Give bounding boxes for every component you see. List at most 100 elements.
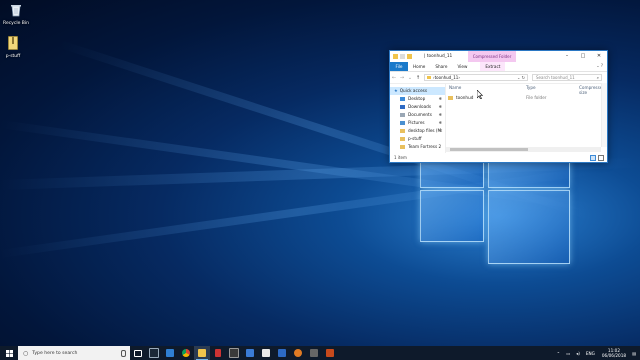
taskbar-app-13[interactable] bbox=[322, 346, 338, 360]
pin-icon: ✱ bbox=[438, 128, 442, 133]
task-view-button[interactable] bbox=[130, 346, 146, 360]
taskbar-app-chrome[interactable] bbox=[178, 346, 194, 360]
nav-item-team-fortress-2[interactable]: Team Fortress 2 bbox=[390, 143, 445, 151]
taskbar-app-steam[interactable] bbox=[146, 346, 162, 360]
notifications-icon[interactable]: ▤ bbox=[632, 351, 636, 356]
recycle-bin-icon bbox=[1, 3, 31, 19]
tab-share[interactable]: Share bbox=[430, 62, 452, 71]
taskbar-app-8[interactable] bbox=[242, 346, 258, 360]
app-icon bbox=[278, 349, 286, 357]
taskbar-app-11[interactable] bbox=[290, 346, 306, 360]
folder-icon bbox=[400, 129, 405, 133]
pin-icon: ✱ bbox=[438, 104, 442, 109]
taskbar-search-box[interactable]: ○ Type here to search bbox=[18, 346, 130, 360]
column-headers: Name Type Compressed size bbox=[446, 83, 607, 95]
column-header-name[interactable]: Name bbox=[449, 85, 461, 90]
maximize-button[interactable]: □ bbox=[575, 51, 591, 62]
taskbar-app-12[interactable] bbox=[306, 346, 322, 360]
network-icon[interactable]: ▭ bbox=[566, 351, 570, 356]
title-bar[interactable]: | toonhud_11 Compressed Folder Tools – □… bbox=[390, 51, 607, 70]
file-row[interactable]: toonhud File folder bbox=[448, 94, 607, 101]
tab-file[interactable]: File bbox=[390, 62, 408, 71]
volume-icon[interactable]: ◂) bbox=[576, 351, 580, 356]
ribbon-controls[interactable]: ⌄ ? bbox=[596, 63, 603, 68]
zip-folder-icon bbox=[427, 76, 431, 79]
desktop-icon-label: p-stuff bbox=[5, 54, 21, 59]
file-list-pane[interactable]: Name Type Compressed size toonhud File f… bbox=[446, 83, 607, 153]
search-placeholder: Search toonhud_11 bbox=[536, 75, 575, 80]
show-hidden-icons-icon[interactable]: ⌃ bbox=[557, 351, 561, 356]
mouse-cursor-icon bbox=[477, 90, 483, 99]
search-icon: ○ bbox=[23, 349, 29, 357]
folder-icon bbox=[400, 137, 405, 141]
nav-item-desktop[interactable]: Desktop ✱ bbox=[390, 95, 445, 103]
ribbon-tabs: File Home Share View Extract ⌄ ? bbox=[390, 62, 607, 72]
taskbar-app-9[interactable] bbox=[258, 346, 274, 360]
status-bar: 1 item bbox=[390, 153, 607, 162]
desktop-icon-recycle-bin[interactable]: Recycle Bin bbox=[1, 3, 31, 26]
navigation-pane[interactable]: ★ Quick access Desktop ✱ Downloads ✱ Doc… bbox=[390, 83, 446, 153]
pin-icon: ✱ bbox=[438, 112, 442, 117]
vertical-scrollbar[interactable] bbox=[601, 83, 607, 147]
breadcrumb-item[interactable]: toonhud_11 bbox=[435, 75, 459, 80]
nav-item-quick-access[interactable]: ★ Quick access bbox=[390, 87, 445, 95]
app-icon bbox=[262, 349, 270, 357]
taskbar-app-7[interactable] bbox=[226, 346, 242, 360]
search-input[interactable]: Search toonhud_11 ⌕ bbox=[532, 74, 602, 81]
back-button[interactable]: ← bbox=[390, 75, 398, 81]
app-icon bbox=[229, 348, 239, 358]
chevron-down-icon[interactable]: ⌄ bbox=[596, 63, 599, 68]
close-button[interactable]: ✕ bbox=[591, 51, 607, 62]
contextual-tab-compressed-folder-tools[interactable]: Compressed Folder Tools bbox=[468, 51, 516, 70]
recent-locations-button[interactable]: ⌄ bbox=[406, 75, 414, 81]
tab-home[interactable]: Home bbox=[408, 62, 430, 71]
task-view-icon bbox=[134, 349, 142, 357]
new-folder-icon[interactable] bbox=[407, 54, 412, 59]
help-icon[interactable]: ? bbox=[601, 63, 603, 68]
taskbar-app-edge[interactable] bbox=[162, 346, 178, 360]
chrome-icon bbox=[182, 349, 190, 357]
refresh-icon[interactable]: ⌄ ↻ bbox=[517, 75, 525, 81]
breadcrumb-separator: › bbox=[458, 75, 460, 80]
minimize-button[interactable]: – bbox=[559, 51, 575, 62]
scrollbar-thumb[interactable] bbox=[450, 148, 528, 151]
file-explorer-window[interactable]: | toonhud_11 Compressed Folder Tools – □… bbox=[389, 50, 608, 163]
address-bar[interactable]: › toonhud_11 › ⌄ ↻ bbox=[424, 74, 528, 81]
microphone-icon[interactable] bbox=[121, 350, 126, 357]
nav-item-label: Documents bbox=[408, 112, 432, 117]
up-button[interactable]: ↑ bbox=[414, 75, 422, 81]
window-title: | toonhud_11 bbox=[424, 51, 452, 62]
desktop-icon-p-stuff[interactable]: p-stuff bbox=[0, 36, 28, 59]
nav-item-label: Quick access bbox=[399, 88, 428, 93]
desktop-icon-label: Recycle Bin bbox=[3, 21, 29, 26]
start-button[interactable] bbox=[0, 346, 18, 360]
downloads-icon bbox=[400, 105, 405, 109]
properties-icon[interactable] bbox=[400, 54, 405, 59]
system-tray: ⌃ ▭ ◂) ENG 11:02 06/06/2018 ▤ bbox=[554, 346, 640, 360]
nav-item-label: p-stuff bbox=[408, 136, 422, 141]
taskbar-app-10[interactable] bbox=[274, 346, 290, 360]
tab-extract[interactable]: Extract bbox=[480, 62, 506, 71]
large-icons-view-icon[interactable] bbox=[598, 155, 604, 161]
nav-item-downloads[interactable]: Downloads ✱ bbox=[390, 103, 445, 111]
nav-item-label: Downloads bbox=[408, 104, 431, 109]
windows-start-icon bbox=[5, 349, 13, 357]
pin-icon: ✱ bbox=[438, 120, 442, 125]
forward-button[interactable]: → bbox=[398, 75, 406, 81]
nav-item-pictures[interactable]: Pictures ✱ bbox=[390, 119, 445, 127]
details-view-icon[interactable] bbox=[590, 155, 596, 161]
folder-icon bbox=[393, 54, 398, 59]
tab-view[interactable]: View bbox=[452, 62, 472, 71]
nav-item-desktop-files[interactable]: desktop files (M: ✱ bbox=[390, 127, 445, 135]
column-header-type[interactable]: Type bbox=[526, 85, 536, 90]
nav-item-documents[interactable]: Documents ✱ bbox=[390, 111, 445, 119]
search-placeholder: Type here to search bbox=[32, 350, 78, 356]
nav-item-p-stuff[interactable]: p-stuff bbox=[390, 135, 445, 143]
quick-access-toolbar bbox=[393, 54, 412, 59]
horizontal-scrollbar[interactable] bbox=[446, 147, 601, 152]
clock[interactable]: 11:02 06/06/2018 bbox=[602, 348, 626, 358]
language-indicator[interactable]: ENG bbox=[586, 351, 595, 356]
taskbar-app-file-explorer[interactable] bbox=[194, 346, 210, 360]
taskbar-app-6[interactable] bbox=[210, 346, 226, 360]
windows-logo-wallpaper bbox=[420, 156, 570, 268]
